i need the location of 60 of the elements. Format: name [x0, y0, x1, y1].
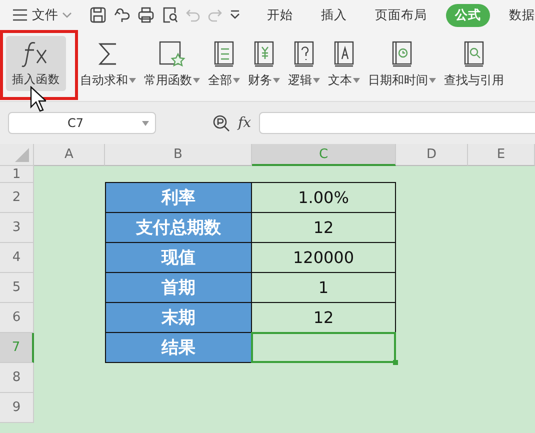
row-header[interactable]: 9: [0, 393, 34, 423]
caret-icon[interactable]: [142, 120, 149, 126]
column-header[interactable]: A: [34, 144, 105, 166]
clock-book-icon: [390, 40, 414, 68]
book-icon: [212, 40, 236, 68]
name-box[interactable]: C7: [8, 112, 156, 134]
ribbon-tab[interactable]: 页面布局: [366, 4, 436, 26]
table-cell[interactable]: [251, 332, 396, 363]
more-icon[interactable]: [230, 10, 240, 20]
function-star-icon: [158, 40, 186, 68]
table-cell: 利率: [105, 182, 252, 213]
row-header[interactable]: 8: [0, 363, 34, 393]
caret-icon: [353, 78, 360, 83]
table-cell: 末期: [105, 302, 252, 333]
ribbon-button[interactable]: 插入函数: [6, 36, 66, 91]
ribbon-button[interactable]: 逻辑: [284, 36, 324, 93]
ribbon-button[interactable]: 自动求和: [76, 36, 140, 93]
row-header[interactable]: 2: [0, 183, 34, 213]
table-cell: 结果: [105, 332, 252, 363]
table-cell[interactable]: 1.00%: [252, 182, 396, 213]
ribbon-tab[interactable]: 插入: [312, 4, 356, 26]
magnifier-book-icon: [462, 40, 486, 68]
caret-icon: [273, 78, 280, 83]
save-icon[interactable]: [90, 7, 106, 23]
column-header[interactable]: B: [105, 144, 252, 166]
formula-field[interactable]: [259, 112, 535, 134]
file-menu[interactable]: 文件: [0, 6, 78, 24]
function-label[interactable]: fx: [238, 115, 252, 131]
ribbon-button[interactable]: 文本: [324, 36, 364, 93]
column-header[interactable]: E: [468, 144, 535, 166]
ribbon-tab[interactable]: 开始: [258, 4, 302, 26]
table-cell: 首期: [105, 272, 252, 303]
caret-icon: [429, 78, 436, 83]
row-header[interactable]: 1: [0, 166, 34, 183]
ribbon-button[interactable]: 常用函数: [140, 36, 204, 93]
ribbon-button[interactable]: 财务: [244, 36, 284, 93]
table-cell: 现值: [105, 242, 252, 273]
caret-icon: [313, 78, 320, 83]
ribbon-button[interactable]: 查找与引用: [440, 36, 508, 93]
caret-icon: [129, 78, 136, 83]
menu-icon[interactable]: [12, 9, 28, 21]
print-preview-icon[interactable]: [162, 7, 178, 23]
caret-icon: [193, 78, 200, 83]
table-cell: 支付总期数: [105, 212, 252, 243]
triangle-icon: [15, 148, 29, 162]
ribbon-button[interactable]: 全部: [204, 36, 244, 93]
column-header[interactable]: D: [396, 144, 468, 166]
caret-icon: [233, 78, 240, 83]
row-header[interactable]: 4: [0, 243, 34, 273]
row-header[interactable]: 6: [0, 303, 34, 333]
print-icon[interactable]: [138, 7, 154, 23]
chevron-icon[interactable]: [62, 12, 72, 18]
yen-book-icon: [252, 40, 276, 68]
row-header[interactable]: 5: [0, 273, 34, 303]
ribbon-button[interactable]: 日期和时间: [364, 36, 440, 93]
question-book-icon: [292, 40, 316, 68]
letter-book-icon: [332, 40, 356, 68]
ribbon-tab[interactable]: 数据: [500, 4, 535, 26]
row-header[interactable]: 3: [0, 213, 34, 243]
zoom-icon[interactable]: [212, 114, 230, 132]
